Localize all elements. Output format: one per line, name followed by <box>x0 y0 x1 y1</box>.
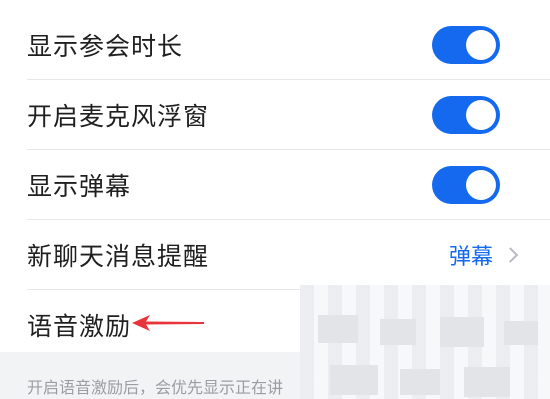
setting-row-chat-reminder[interactable]: 新聊天消息提醒 弹幕 <box>0 220 550 290</box>
setting-row-show-duration[interactable]: 显示参会时长 <box>0 10 550 80</box>
mosaic-blur <box>300 285 550 399</box>
chat-reminder-value[interactable]: 弹幕 <box>449 239 493 271</box>
mic-float-toggle[interactable] <box>432 96 500 134</box>
setting-label: 显示弹幕 <box>27 172 132 201</box>
setting-label: 开启麦克风浮窗 <box>27 102 210 131</box>
setting-row-barrage[interactable]: 显示弹幕 <box>0 150 550 220</box>
blur-block <box>380 319 416 345</box>
toggle-knob <box>466 170 496 200</box>
blur-block <box>464 367 510 397</box>
barrage-toggle[interactable] <box>432 166 500 204</box>
blur-block <box>330 365 378 395</box>
setting-row-mic-float[interactable]: 开启麦克风浮窗 <box>0 80 550 150</box>
annotation-arrow-icon <box>132 315 204 331</box>
show-duration-toggle[interactable] <box>432 26 500 64</box>
blur-block <box>504 321 538 345</box>
setting-label: 新聊天消息提醒 <box>27 242 210 271</box>
setting-label: 显示参会时长 <box>27 32 184 61</box>
chevron-right-icon <box>502 247 519 263</box>
blur-block <box>318 315 358 343</box>
blur-block <box>400 369 440 395</box>
toggle-knob <box>466 30 496 60</box>
meeting-settings-screen: 显示参会时长 开启麦克风浮窗 显示弹幕 新聊天消息提醒 弹幕 语音激励 开启语音… <box>0 0 550 399</box>
blur-block <box>440 317 484 347</box>
toggle-knob <box>466 100 496 130</box>
voice-excitation-description: 开启语音激励后，会优先显示正在讲 <box>27 378 284 397</box>
setting-label: 语音激励 <box>27 312 132 341</box>
